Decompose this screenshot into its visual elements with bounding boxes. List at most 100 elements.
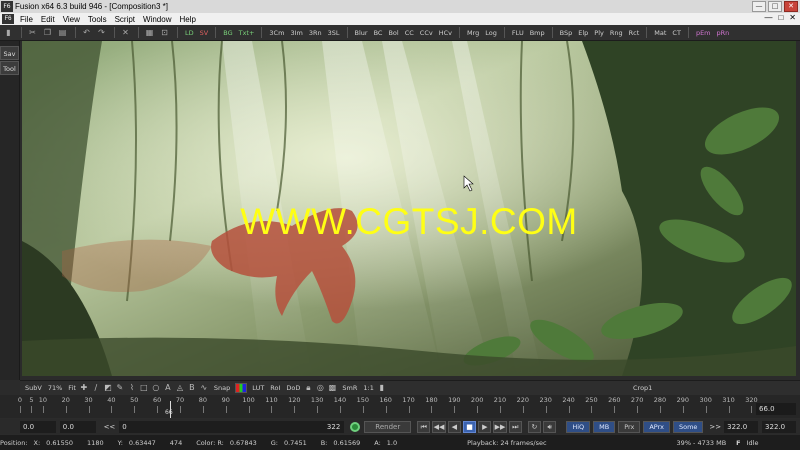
tool-button[interactable]: 3Rn — [306, 27, 325, 39]
doc-restore-button[interactable]: □ — [778, 13, 783, 22]
global-end-field[interactable]: 322.0 — [762, 420, 796, 433]
tool-button[interactable]: Mrg — [464, 27, 482, 39]
lut-dropdown[interactable]: LUT — [249, 382, 267, 394]
menu-help[interactable]: Help — [175, 15, 199, 24]
go-to-start-icon[interactable]: ⏮ — [417, 420, 431, 433]
fit-button[interactable]: Fit — [65, 382, 79, 394]
zoom-dropdown[interactable]: 71% — [45, 382, 65, 394]
new-file-icon[interactable]: ▮ — [2, 27, 15, 39]
scroll-right-button[interactable]: >> — [709, 423, 721, 431]
cut-icon[interactable]: ✂ — [26, 27, 39, 39]
menu-edit[interactable]: Edit — [37, 15, 59, 24]
dod-button[interactable]: DoD — [283, 382, 303, 394]
gradient-icon[interactable]: ◩ — [103, 383, 113, 393]
menu-window[interactable]: Window — [139, 15, 175, 24]
viewer[interactable]: WWW.CGTSJ.COM — [22, 41, 796, 376]
render-start-field[interactable]: 0.0 — [59, 420, 96, 433]
menu-view[interactable]: View — [59, 15, 84, 24]
render-button[interactable]: Render — [350, 420, 412, 433]
tool-button[interactable]: CT — [669, 27, 684, 39]
maximize-button[interactable]: □ — [768, 1, 782, 12]
bold-icon[interactable]: B — [187, 383, 197, 393]
redo-icon[interactable]: ↷ — [95, 27, 108, 39]
tool-button[interactable]: BC — [371, 27, 386, 39]
tab-tool[interactable]: Tool — [0, 61, 19, 75]
stop-icon[interactable]: ■ — [462, 420, 477, 433]
play-reverse-icon[interactable]: ◀ — [447, 420, 461, 433]
tool-button[interactable]: 3Im — [287, 27, 305, 39]
scroll-left-button[interactable]: << — [104, 423, 116, 431]
wand-icon[interactable]: ∕ — [91, 383, 101, 393]
frame-range-slider[interactable]: 0 322 — [119, 420, 345, 433]
roi-button[interactable]: RoI — [267, 382, 283, 394]
some-toggle[interactable]: Some — [672, 420, 704, 433]
aprx-toggle[interactable]: APrx — [643, 420, 670, 433]
subview-dropdown[interactable]: SubV — [22, 382, 45, 394]
paste-icon[interactable]: ▤ — [56, 27, 69, 39]
smr-button[interactable]: SmR — [339, 382, 360, 394]
snap-dropdown[interactable]: Snap — [211, 382, 233, 394]
audio-icon[interactable]: 🔊︎ — [543, 420, 557, 433]
tool-button[interactable]: Ply — [591, 27, 607, 39]
tool-button[interactable]: pEm — [693, 27, 714, 39]
doc-close-button[interactable]: ✕ — [789, 13, 796, 22]
go-to-end-icon[interactable]: ⏭ — [508, 420, 522, 433]
tool-button[interactable]: Rct — [626, 27, 643, 39]
hiq-toggle[interactable]: HiQ — [566, 420, 591, 433]
transform-icon[interactable]: ✚ — [79, 383, 89, 393]
spline-icon[interactable]: ∿ — [199, 383, 209, 393]
ratio-button[interactable]: 1:1 — [360, 382, 376, 394]
tool-button[interactable]: Bol — [385, 27, 401, 39]
lock-icon[interactable]: 🔒︎ — [303, 383, 313, 393]
close-button[interactable]: ✕ — [784, 1, 798, 12]
menu-file[interactable]: File — [16, 15, 37, 24]
tool-button[interactable]: pRn — [714, 27, 733, 39]
timeline-ruler[interactable]: 0 5 10 20 30 40 50 60 70 80 90 100 110 120 130 140 150 16… — [18, 395, 758, 418]
text-icon[interactable]: A — [163, 383, 173, 393]
tool-button[interactable]: Blur — [352, 27, 371, 39]
tool-button[interactable]: LD — [182, 27, 197, 39]
menu-tools[interactable]: Tools — [84, 15, 111, 24]
ellipse-icon[interactable]: ○ — [151, 383, 161, 393]
grid-icon[interactable]: ▦ — [143, 27, 156, 39]
tool-button[interactable]: 3SL — [325, 27, 343, 39]
checker-icon[interactable]: ▩ — [327, 383, 337, 393]
stereo-icon[interactable]: ◎ — [315, 383, 325, 393]
tool-button[interactable]: Elp — [575, 27, 591, 39]
tool-button[interactable]: HCv — [436, 27, 455, 39]
tool-button[interactable]: 3Cm — [266, 27, 287, 39]
tool-button[interactable]: FLU — [509, 27, 527, 39]
tool-button[interactable]: BSp — [557, 27, 576, 39]
tool-button[interactable]: Bmp — [527, 27, 548, 39]
timeline[interactable]: 0 5 10 20 30 40 50 60 70 80 90 100 110 120 130 140 150 16… — [0, 395, 800, 418]
prx-toggle[interactable]: Prx — [618, 420, 641, 433]
tool-button[interactable]: Log — [482, 27, 500, 39]
doc-minimize-button[interactable]: — — [764, 13, 772, 22]
tab-saver[interactable]: Sav — [0, 46, 19, 60]
link-icon[interactable]: ⊡ — [158, 27, 171, 39]
undo-icon[interactable]: ↶ — [80, 27, 93, 39]
loop-icon[interactable]: ↻ — [527, 420, 542, 433]
current-time-field[interactable]: 66.0 — [756, 403, 796, 415]
tool-button[interactable]: Txt+ — [236, 27, 258, 39]
tool-button[interactable]: BG — [220, 27, 235, 39]
menu-script[interactable]: Script — [111, 15, 139, 24]
step-back-icon[interactable]: ◀◀ — [432, 420, 446, 433]
play-icon[interactable]: ▶ — [478, 420, 492, 433]
tool-button[interactable]: SV — [197, 27, 212, 39]
copy-icon[interactable]: ❐ — [41, 27, 54, 39]
step-forward-icon[interactable]: ▶▶ — [493, 420, 507, 433]
paint-icon[interactable]: ◬ — [175, 383, 185, 393]
tool-button[interactable]: Mat — [651, 27, 669, 39]
render-end-field[interactable]: 322.0 — [724, 420, 759, 433]
tool-button[interactable]: CC — [402, 27, 417, 39]
mb-toggle[interactable]: MB — [593, 420, 616, 433]
global-start-field[interactable]: 0.0 — [20, 420, 56, 433]
rgb-channels-icon[interactable] — [235, 383, 248, 393]
tool-button[interactable]: CCv — [417, 27, 436, 39]
pen-icon[interactable]: ✎ — [115, 383, 125, 393]
rectangle-icon[interactable]: □ — [139, 383, 149, 393]
brush-icon[interactable]: ⌇ — [127, 383, 137, 393]
tool-button[interactable]: Rng — [607, 27, 626, 39]
delete-icon[interactable]: ✕ — [119, 27, 132, 39]
